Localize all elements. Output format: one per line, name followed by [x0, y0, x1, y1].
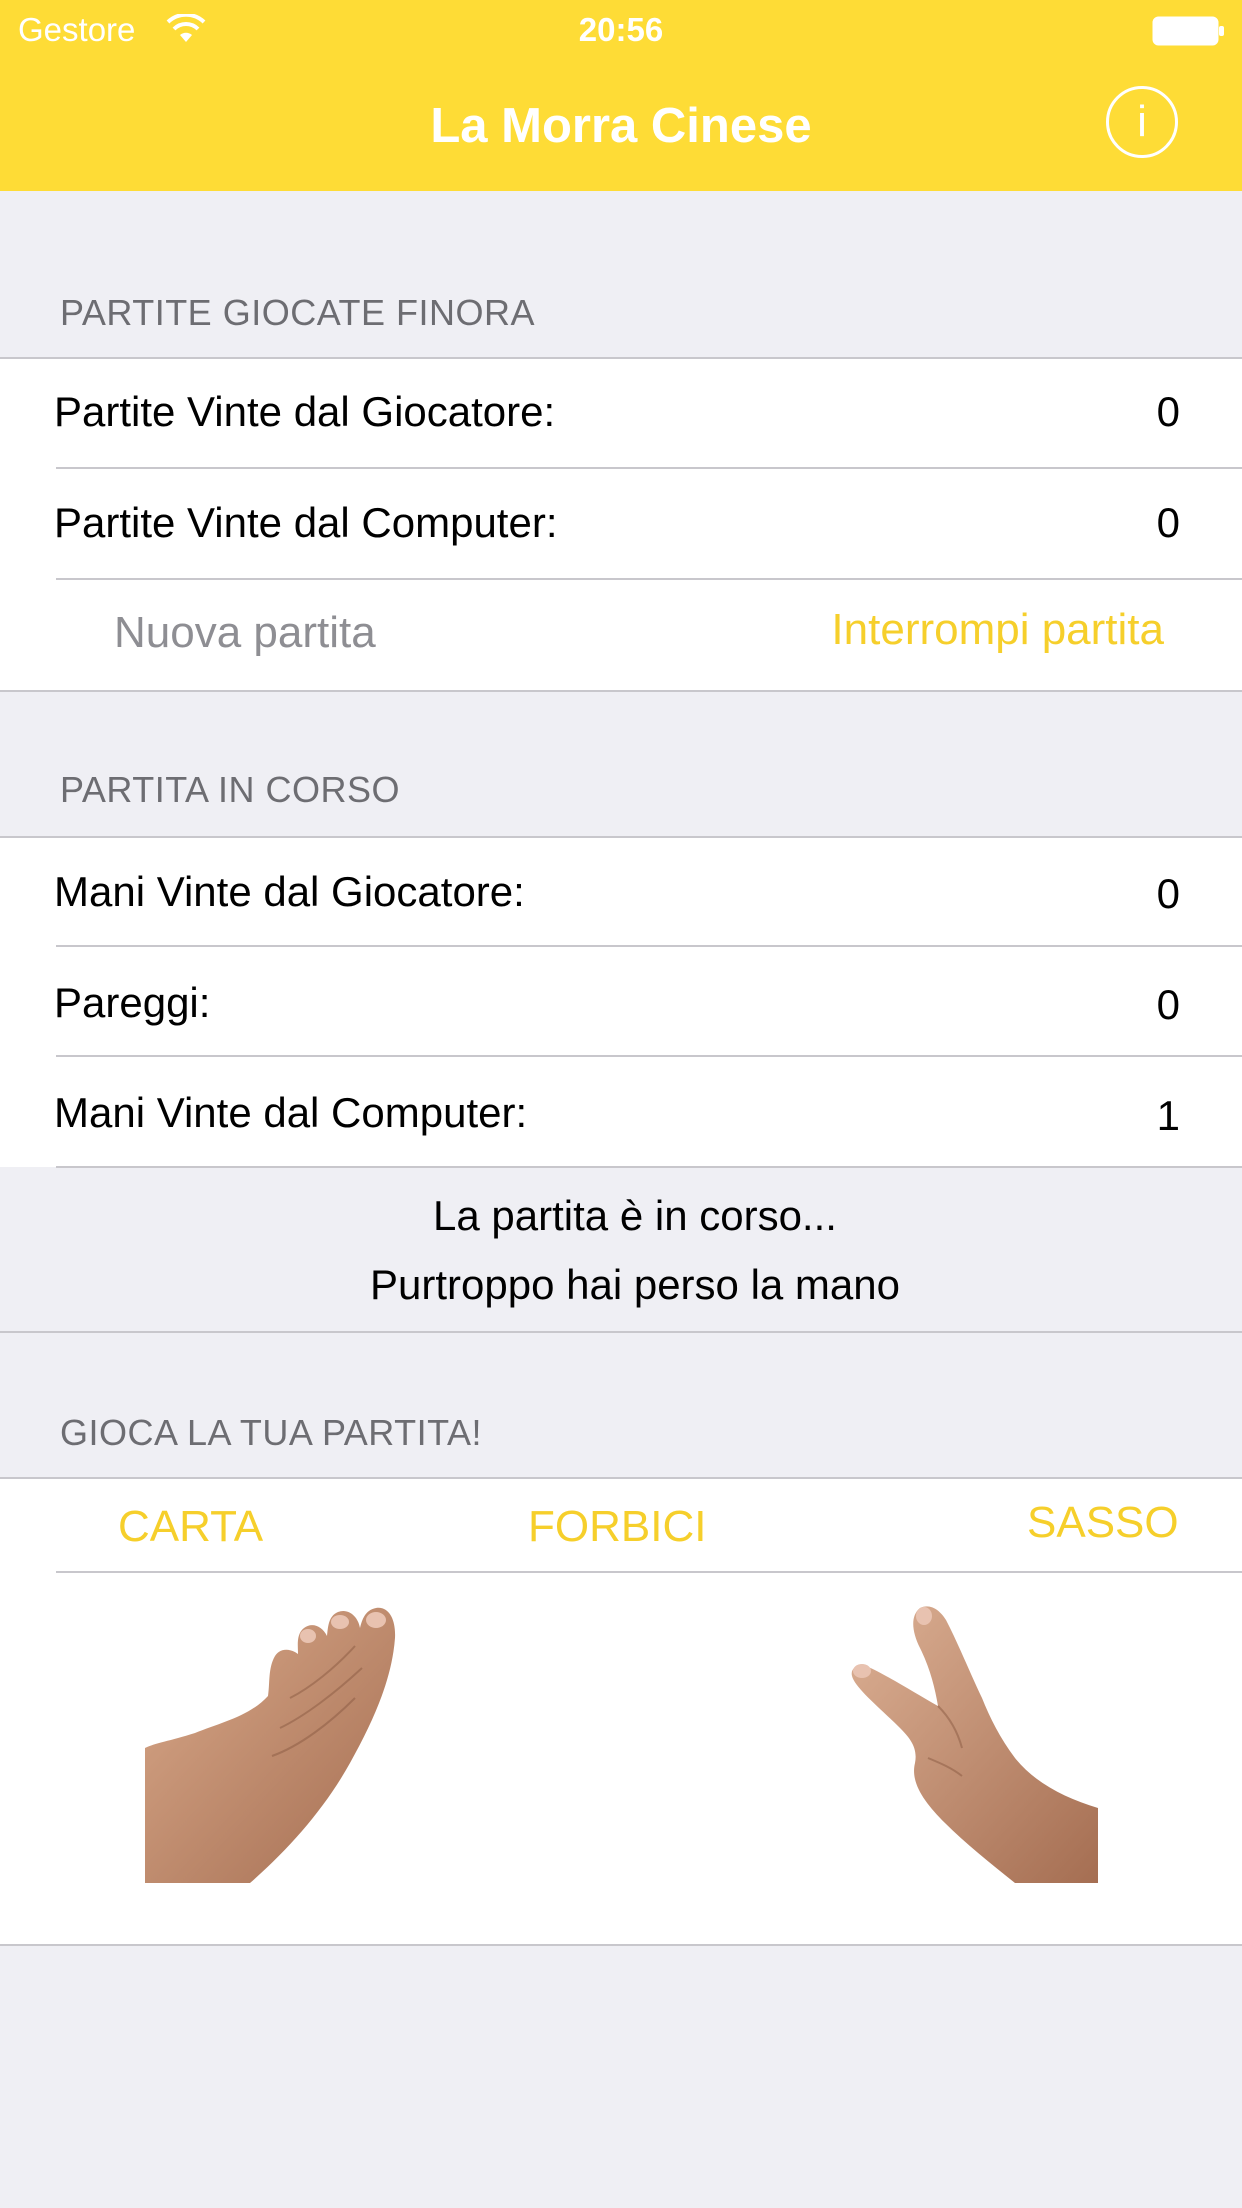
player-wins-value: 0: [1156, 388, 1180, 435]
info-icon: i: [1137, 97, 1147, 146]
stop-game-button[interactable]: Interrompi partita: [831, 604, 1164, 656]
divider: [0, 1477, 1242, 1479]
scissors-button[interactable]: FORBICI: [528, 1499, 706, 1555]
divider: [56, 1055, 1242, 1057]
divider: [56, 945, 1242, 947]
divider: [56, 578, 1242, 580]
divider: [0, 1944, 1242, 1946]
divider: [56, 467, 1242, 469]
section-header-played: PARTITE GIOCATE FINORA: [60, 292, 536, 333]
new-game-button[interactable]: Nuova partita: [114, 607, 376, 659]
draws-label: Pareggi:: [54, 979, 211, 1026]
game-status-text: La partita è in corso...: [433, 1192, 837, 1239]
section-header-current: PARTITA IN CORSO: [60, 769, 401, 810]
draws-value: 0: [1156, 981, 1180, 1028]
rock-button[interactable]: SASSO: [1027, 1495, 1179, 1551]
page-title: La Morra Cinese: [430, 99, 812, 153]
battery-icon: [1152, 16, 1224, 46]
divider: [0, 1331, 1242, 1333]
divider: [0, 690, 1242, 692]
player-hands-label: Mani Vinte dal Giocatore:: [54, 868, 525, 915]
computer-hands-label: Mani Vinte dal Computer:: [54, 1089, 528, 1136]
status-bar: Gestore 20:56: [0, 0, 1242, 62]
info-button[interactable]: i: [1106, 86, 1178, 158]
hand-result-text: Purtroppo hai perso la mano: [370, 1261, 900, 1308]
computer-wins-label: Partite Vinte dal Computer:: [54, 499, 558, 546]
computer-wins-value: 0: [1156, 499, 1180, 546]
divider: [0, 357, 1242, 359]
paper-hand-icon: [145, 1607, 396, 1883]
player-hands-value: 0: [1156, 870, 1180, 917]
divider: [56, 1166, 1242, 1168]
clock: 20:56: [578, 11, 664, 48]
section-header-play: GIOCA LA TUA PARTITA!: [60, 1412, 482, 1453]
player-wins-label: Partite Vinte dal Giocatore:: [54, 388, 556, 435]
divider: [0, 836, 1242, 838]
computer-hands-value: 1: [1156, 1092, 1180, 1139]
paper-button[interactable]: CARTA: [118, 1499, 263, 1555]
scissors-hand-icon: [851, 1606, 1098, 1883]
divider: [56, 1571, 1242, 1573]
